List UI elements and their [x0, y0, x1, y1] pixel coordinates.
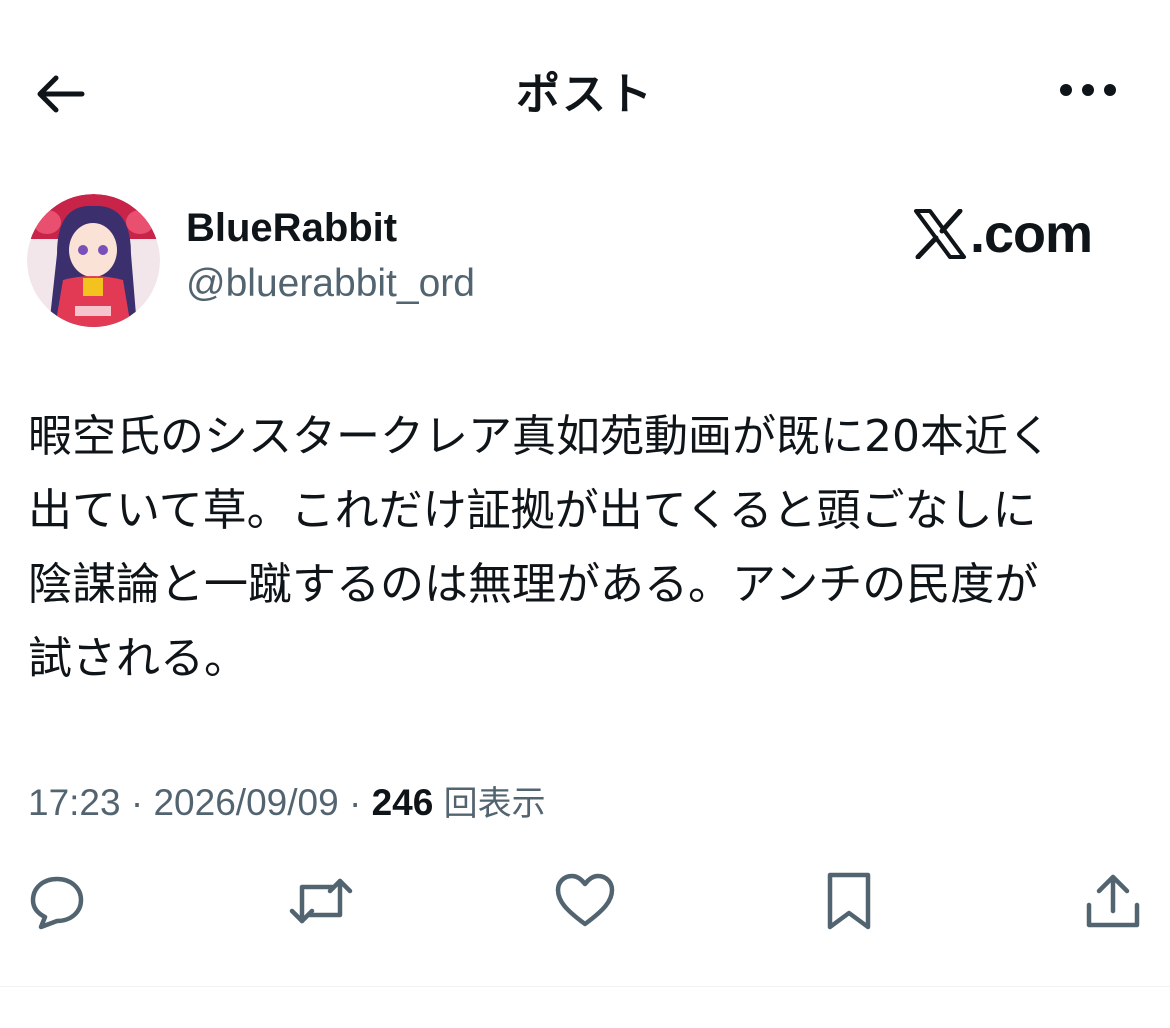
views-label: 回表示	[443, 784, 546, 824]
repost-button[interactable]	[288, 868, 354, 934]
post-text: 暇空氏のシスタークレア真如苑動画が既に20本近く 出ていて草。これだけ証拠が出て…	[28, 400, 1148, 696]
x-logo-icon	[914, 209, 966, 259]
x-watermark: .com	[912, 202, 1093, 266]
bookmark-icon	[827, 872, 871, 930]
post-meta: 17:23 · 2026/09/09 · 246 回表示	[28, 776, 546, 825]
author-display-name[interactable]: BlueRabbit	[186, 206, 397, 251]
top-bar: ポスト	[0, 0, 1170, 180]
divider	[0, 986, 1170, 987]
reply-button[interactable]	[24, 868, 90, 934]
share-icon	[1086, 874, 1140, 928]
like-button[interactable]	[552, 868, 618, 934]
post-date[interactable]: 2026/09/09	[153, 782, 338, 823]
author-handle[interactable]: @bluerabbit_ord	[186, 262, 475, 306]
post-text-line: 試される。	[28, 633, 248, 684]
heart-icon	[555, 873, 615, 927]
reply-icon	[30, 876, 84, 930]
avatar-image	[27, 194, 160, 327]
post-time[interactable]: 17:23	[28, 782, 121, 823]
meta-separator: ·	[120, 782, 154, 823]
share-button[interactable]	[1080, 868, 1146, 934]
meta-separator: ·	[338, 782, 372, 823]
post-text-line: 陰謀論と一蹴するのは無理がある。アンチの民度が	[28, 559, 1039, 610]
bookmark-button[interactable]	[816, 868, 882, 934]
more-options-button[interactable]	[1052, 62, 1124, 118]
repost-icon	[289, 878, 353, 924]
post-text-line: 暇空氏のシスタークレア真如苑動画が既に20本近く	[28, 411, 1052, 462]
watermark-text: .com	[970, 204, 1093, 264]
post-text-line: 出ていて草。これだけ証拠が出てくると頭ごなしに	[28, 485, 1037, 536]
more-horizontal-icon	[1060, 84, 1116, 96]
avatar[interactable]	[27, 194, 160, 327]
page-title: ポスト	[516, 69, 654, 120]
post-detail-screen: ポスト BlueRabbit @bluerabbit_ord .com 暇空氏の…	[0, 0, 1170, 1028]
views-count[interactable]: 246	[372, 782, 434, 823]
